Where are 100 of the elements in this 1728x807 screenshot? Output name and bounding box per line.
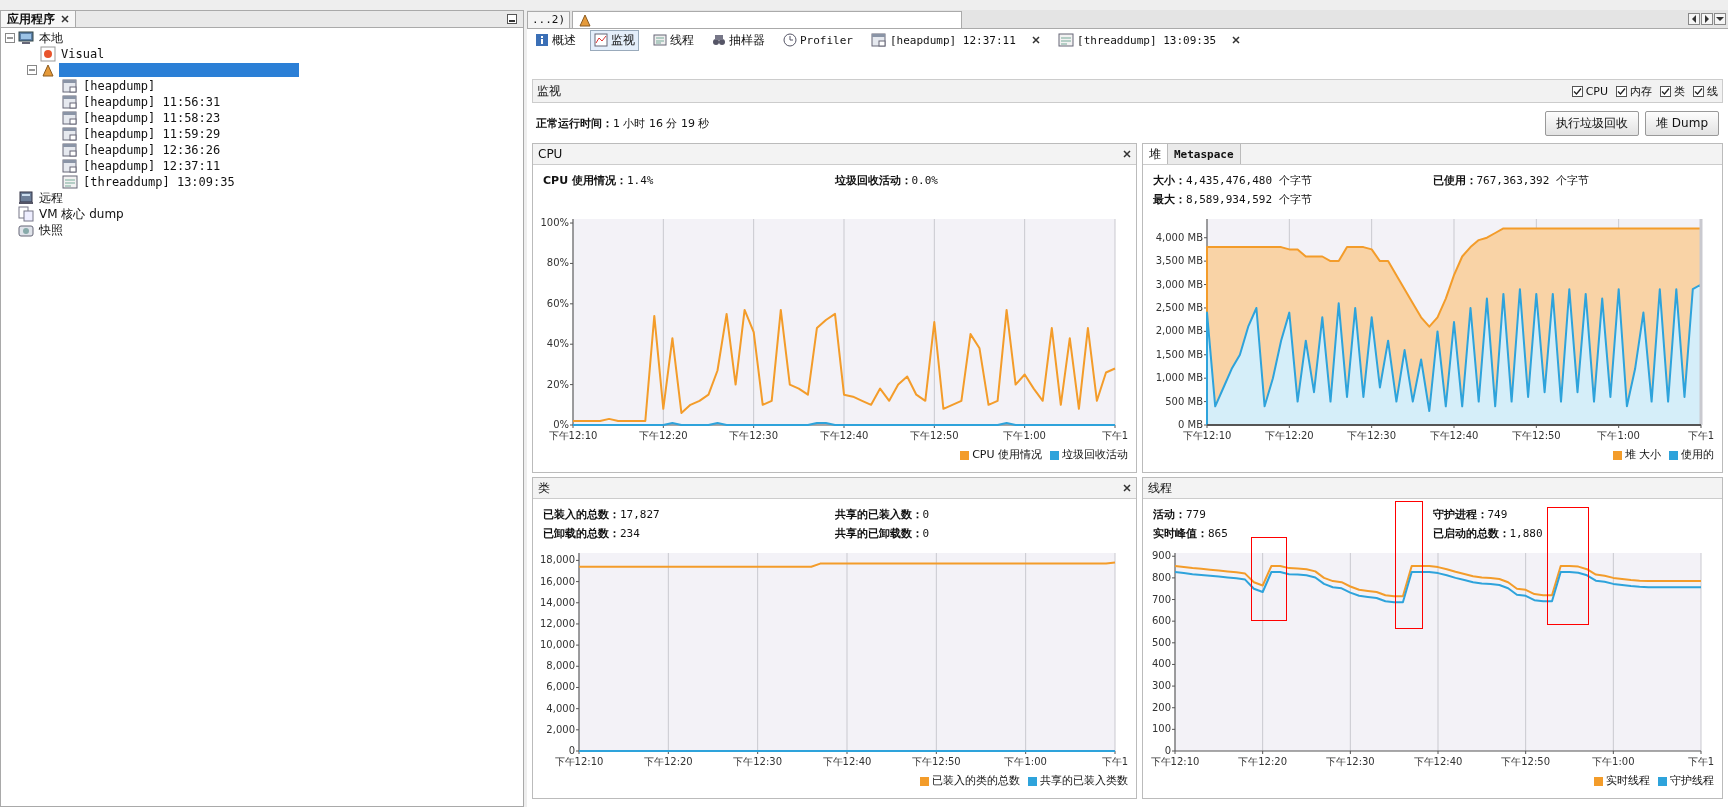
checkbox[interactable] [1571, 85, 1583, 97]
axis-label: 下午1:00 [1592, 756, 1635, 767]
tree-item[interactable]: VM 核心 dump [37, 205, 126, 223]
tab[interactable]: 线程 [649, 29, 698, 51]
legend-label: 堆 大小 [1624, 448, 1661, 462]
axis-label: 下午1 [1101, 756, 1129, 767]
checkbox-label[interactable]: 线 [1707, 83, 1718, 99]
axis-label: 下午1 [1687, 430, 1715, 441]
checkbox[interactable] [1693, 85, 1704, 97]
axis-label: 600 [1151, 615, 1171, 627]
tab[interactable]: 抽样器 [708, 29, 769, 51]
panel-title: 线程 [1148, 479, 1172, 497]
checkbox-label[interactable]: CPU [1585, 84, 1608, 98]
stat-value: 749 [1487, 508, 1508, 521]
axis-label: 2,000 MB [1155, 325, 1203, 337]
section-title: 监视 [537, 82, 561, 100]
stat-value: 0 [922, 508, 930, 521]
tab[interactable]: Metaspace [1168, 144, 1241, 164]
axis-label: 0 MB [1177, 419, 1203, 430]
tab[interactable]: 堆 [1143, 144, 1168, 164]
close-icon[interactable] [61, 15, 69, 23]
close-icon[interactable] [1232, 36, 1241, 44]
tree-item[interactable]: [heapdump] 12:36:26 [81, 143, 223, 157]
documents-icon [18, 206, 34, 222]
list-icon [653, 33, 667, 47]
tree-item[interactable]: [heapdump] 11:56:31 [81, 95, 223, 109]
document-icon [871, 32, 887, 48]
info-icon [535, 33, 549, 47]
legend-label: 已装入的类的总数 [932, 774, 1020, 788]
checkbox-label[interactable]: 内存 [1630, 83, 1652, 99]
axis-label: 下午12:20 [1238, 756, 1288, 767]
axis-label: 400 [1151, 658, 1171, 670]
checkbox[interactable] [1616, 85, 1627, 97]
stat-label: 守护进程： [1432, 508, 1488, 521]
chart-icon [594, 33, 608, 47]
binoculars-icon [712, 33, 726, 47]
axis-label: 下午12:20 [1264, 430, 1314, 441]
axis-label: 下午12:50 [909, 430, 959, 441]
tab[interactable]: Profiler [779, 31, 857, 49]
stat-label: 已启动的总数： [1432, 526, 1510, 540]
tab[interactable]: 监视 [590, 29, 639, 51]
tree-item[interactable]: Visual [59, 47, 107, 61]
axis-label: 10,000 [540, 639, 575, 651]
uptime-label: 正常运行时间： [536, 116, 613, 130]
document-icon [62, 126, 78, 142]
camera-icon [18, 222, 34, 238]
axis-label: 0 [568, 745, 575, 756]
tab[interactable]: [threaddump] 13:09:35 [1054, 30, 1245, 50]
tree-item[interactable]: [heapdump] [81, 79, 158, 93]
close-icon[interactable] [1123, 484, 1131, 492]
tree-item[interactable]: 快照 [37, 221, 65, 239]
stat-value: 1.4% [626, 174, 654, 187]
legend-label: 垃圾回收活动 [1062, 448, 1128, 462]
axis-label: 1,500 MB [1155, 348, 1203, 360]
close-icon[interactable] [1032, 36, 1041, 44]
action-button[interactable]: 堆 Dump [1645, 110, 1719, 136]
axis-label: 下午12:50 [911, 756, 961, 767]
stat-label: 已使用： [1432, 174, 1477, 187]
checkbox-label[interactable]: 类 [1674, 83, 1685, 99]
caret-down-icon [1716, 16, 1724, 22]
tab[interactable]: 概述 [531, 29, 580, 51]
document-icon [62, 158, 78, 174]
dropdown-button[interactable] [1714, 13, 1726, 25]
collapse-toggle[interactable] [27, 65, 37, 75]
document-icon [62, 174, 78, 190]
axis-label: 下午12:10 [1182, 430, 1232, 441]
axis-label: 0% [553, 419, 569, 430]
collapse-toggle[interactable] [5, 33, 15, 43]
arrow-right-icon [1704, 15, 1710, 23]
tree-item[interactable]: [heapdump] 12:37:11 [81, 159, 223, 173]
tab[interactable]: 应用程序 [1, 11, 76, 27]
stat-label: 大小： [1153, 174, 1186, 187]
action-button[interactable]: 执行垃圾回收 [1545, 110, 1640, 136]
scroll-right-button[interactable] [1701, 13, 1713, 25]
tree-item[interactable]: [heapdump] 11:58:23 [81, 111, 223, 125]
checkbox[interactable] [1660, 85, 1671, 97]
tree-item[interactable]: [threaddump] 13:09:35 [81, 175, 237, 189]
axis-label: 300 [1151, 680, 1171, 692]
document-icon [1058, 32, 1075, 48]
tab[interactable]: ...2) [527, 10, 571, 28]
scroll-left-button[interactable] [1688, 13, 1700, 25]
axis-label: 下午12:40 [819, 430, 869, 441]
axis-label: 下午12:40 [1413, 756, 1463, 767]
tree-item[interactable]: 本地 [37, 29, 65, 47]
stat-value: 4,435,476,480 个字节 [1186, 174, 1312, 187]
axis-label: 下午12:20 [643, 756, 693, 767]
server-icon [18, 190, 34, 206]
axis-label: 800 [1151, 571, 1171, 583]
tab[interactable]: [heapdump] 12:37:11 [867, 30, 1045, 50]
axis-label: 3,500 MB [1155, 255, 1203, 267]
stat-label: CPU 使用情况： [543, 174, 627, 187]
tree-item[interactable]: [heapdump] 11:59:29 [81, 127, 223, 141]
minimize-icon[interactable] [507, 14, 517, 24]
tree-item[interactable]: 远程 [37, 189, 65, 207]
axis-label: 2,500 MB [1155, 301, 1203, 313]
axis-label: 下午1:00 [1597, 430, 1640, 441]
axis-label: 下午12:10 [554, 756, 604, 767]
legend-label: 使用的 [1681, 448, 1714, 462]
close-icon[interactable] [1123, 150, 1131, 158]
arrow-left-icon [1691, 15, 1697, 23]
